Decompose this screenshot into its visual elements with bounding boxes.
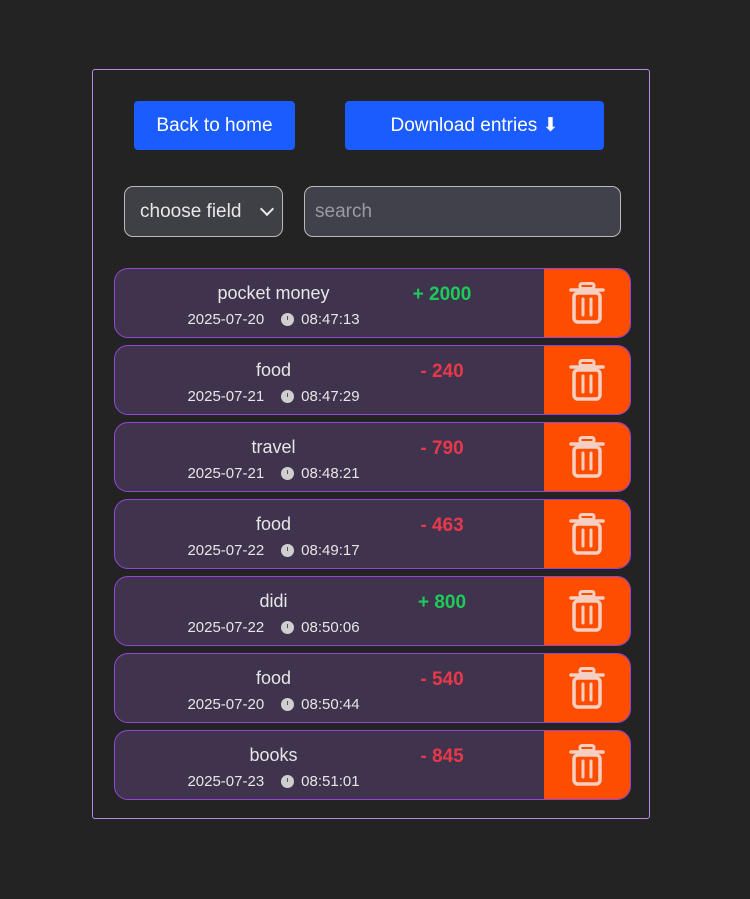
clock-icon [281, 621, 295, 634]
entry-time: 08:50:44 [301, 696, 360, 713]
trash-icon [569, 359, 605, 401]
entry-amount: - 845 [420, 746, 464, 767]
trash-icon [569, 282, 605, 324]
download-entries-button[interactable]: Download entries ⬇ [345, 101, 604, 150]
entry-time: 08:48:21 [301, 465, 360, 482]
clock-icon [281, 775, 295, 788]
entry-meta: 2025-07-21 08:47:29 [115, 388, 432, 405]
entry-row: books 2025-07-23 08:51:01 - 845 [114, 730, 631, 800]
entry-meta: 2025-07-20 08:50:44 [115, 696, 432, 713]
delete-entry-button[interactable] [544, 577, 630, 645]
entry-amount: - 540 [420, 669, 464, 690]
trash-icon [569, 590, 605, 632]
entry-amount: - 790 [420, 438, 464, 459]
entry-date: 2025-07-21 [187, 465, 265, 482]
entry-amount: + 2000 [412, 284, 472, 305]
delete-entry-button[interactable] [544, 423, 630, 491]
entry-date: 2025-07-22 [187, 542, 265, 559]
entry-time: 08:47:13 [301, 311, 360, 328]
entry-row: food 2025-07-21 08:47:29 - 240 [114, 345, 631, 415]
entry-row: pocket money 2025-07-20 08:47:13 + 2000 [114, 268, 631, 338]
entries-list: pocket money 2025-07-20 08:47:13 + 2000 … [114, 268, 631, 807]
entry-time: 08:47:29 [301, 388, 360, 405]
entry-time: 08:49:17 [301, 542, 360, 559]
entry-meta: 2025-07-20 08:47:13 [115, 311, 432, 328]
entry-date: 2025-07-20 [187, 696, 265, 713]
delete-entry-button[interactable] [544, 731, 630, 799]
entries-panel: Back to home Download entries ⬇ choose f… [92, 69, 650, 819]
entry-row: food 2025-07-22 08:49:17 - 463 [114, 499, 631, 569]
entry-date: 2025-07-23 [187, 773, 265, 790]
entry-time: 08:50:06 [301, 619, 360, 636]
entry-row: travel 2025-07-21 08:48:21 - 790 [114, 422, 631, 492]
clock-icon [281, 313, 295, 326]
clock-icon [281, 467, 295, 480]
back-to-home-button[interactable]: Back to home [134, 101, 295, 150]
delete-entry-button[interactable] [544, 500, 630, 568]
trash-icon [569, 513, 605, 555]
trash-icon [569, 436, 605, 478]
entry-amount: + 800 [417, 592, 467, 613]
entry-amount: - 240 [420, 361, 464, 382]
delete-entry-button[interactable] [544, 346, 630, 414]
entry-date: 2025-07-21 [187, 388, 265, 405]
entry-row: food 2025-07-20 08:50:44 - 540 [114, 653, 631, 723]
entry-amount: - 463 [420, 515, 464, 536]
delete-entry-button[interactable] [544, 654, 630, 722]
entry-time: 08:51:01 [301, 773, 360, 790]
field-select-value: choose field [140, 200, 242, 222]
field-select[interactable]: choose field [124, 186, 283, 237]
trash-icon [569, 744, 605, 786]
entry-meta: 2025-07-21 08:48:21 [115, 465, 432, 482]
entry-meta: 2025-07-22 08:50:06 [115, 619, 432, 636]
entry-date: 2025-07-20 [187, 311, 265, 328]
delete-entry-button[interactable] [544, 269, 630, 337]
entry-meta: 2025-07-23 08:51:01 [115, 773, 432, 790]
trash-icon [569, 667, 605, 709]
entry-meta: 2025-07-22 08:49:17 [115, 542, 432, 559]
clock-icon [281, 390, 295, 403]
clock-icon [281, 698, 295, 711]
search-input[interactable] [304, 186, 621, 237]
clock-icon [281, 544, 295, 557]
chevron-down-icon [259, 201, 275, 217]
entry-date: 2025-07-22 [187, 619, 265, 636]
entry-row: didi 2025-07-22 08:50:06 + 800 [114, 576, 631, 646]
